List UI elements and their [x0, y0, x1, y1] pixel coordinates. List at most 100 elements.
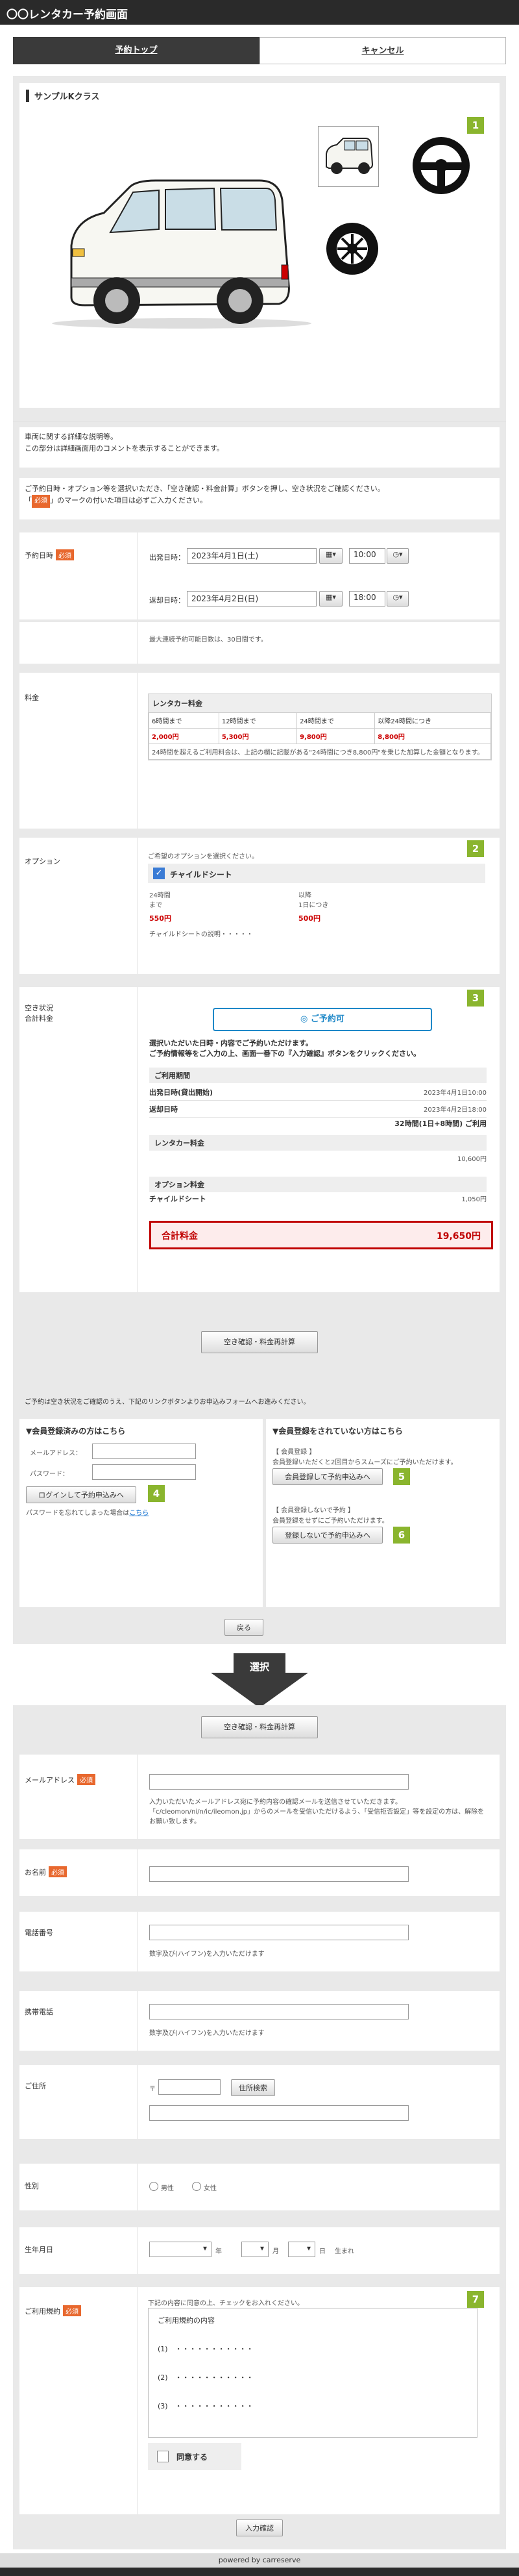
name-row: お名前 必須: [19, 1849, 500, 1896]
mobile-input[interactable]: [149, 2004, 409, 2020]
terms-textbox[interactable]: ご利用規約の内容 (1) ・・・・・・・・・・・ (2) ・・・・・・・・・・・…: [148, 2308, 477, 2438]
agree-checkbox[interactable]: [157, 2451, 169, 2462]
notice-line-2-text: 」のマークの付いた項目は必ずご入力ください。: [50, 496, 207, 505]
datetime-note-row: 最大連続予約可能日数は、30日間です。: [19, 622, 500, 664]
year-label: 年: [215, 2248, 222, 2255]
option-fee-row: チャイルドシート 1,050円: [149, 1194, 487, 1204]
mobile-note: 数字及び(ハイフン)を入力いただけます: [149, 2030, 265, 2037]
depart-time-field[interactable]: 10:00: [349, 548, 385, 564]
option-fee-name: チャイルドシート: [149, 1195, 206, 1203]
gender-row: 性別 男性 女性: [19, 2164, 500, 2210]
login-reserve-button[interactable]: ログインして予約申込みへ: [26, 1486, 136, 1503]
phone-row: 電話番号 数字及び(ハイフン)を入力いただけます: [19, 1912, 500, 1971]
calendar-icon[interactable]: ▦▾: [319, 591, 343, 606]
noregister-title: 【 会員登録しないで予約 】: [272, 1507, 355, 1514]
depart-date-field[interactable]: 2023年4月1日(土): [187, 548, 317, 564]
clock-icon[interactable]: ◷▾: [387, 548, 409, 564]
noregister-reserve-button[interactable]: 登録しないで予約申込みへ: [272, 1527, 383, 1544]
register-title: 【 会員登録 】: [272, 1449, 316, 1456]
agree-label: 同意する: [176, 2453, 208, 2462]
forgot-password: パスワードを忘れてしまった場合はこちら: [26, 1507, 149, 1517]
option-fee-value: 1,050円: [461, 1196, 487, 1203]
steering-wheel-icon[interactable]: [412, 136, 470, 195]
name-label-text: お名前: [25, 1868, 46, 1877]
duration-text: 32時間(1日+8時間) ご利用: [394, 1119, 487, 1128]
depart-row: 出発日時(貸出開始) 2023年4月1日10:00: [149, 1084, 487, 1101]
birth-year-select[interactable]: ▾: [149, 2242, 211, 2257]
depart-label: 出発日時：: [149, 553, 185, 562]
register-desc: 会員登録いただくと2回目からスムーズにご予約いただけます。: [272, 1459, 457, 1466]
tire-icon[interactable]: [324, 221, 380, 277]
email-label-text: メールアドレス: [25, 1776, 75, 1784]
badge-7: 7: [467, 2291, 484, 2308]
calendar-icon[interactable]: ▦▾: [319, 548, 343, 564]
clock-icon[interactable]: ◷▾: [387, 591, 409, 606]
car-thumbnail-icon: [326, 138, 374, 174]
gender-female-radio[interactable]: [192, 2182, 201, 2191]
noregister-desc: 会員登録をせずにご予約いただけます。: [272, 1518, 389, 1525]
birth-month-select[interactable]: ▾: [241, 2242, 269, 2257]
period-title: ご利用期間: [149, 1068, 487, 1083]
gender-female-label: 女性: [204, 2185, 217, 2192]
forgot-text: パスワードを忘れてしまった場合は: [26, 1510, 130, 1517]
notice-quote-open: 「: [25, 496, 32, 505]
zip-search-button[interactable]: 住所検索: [231, 2079, 275, 2096]
confirm-button[interactable]: 入力確認: [236, 2520, 283, 2536]
return-row-value: 2023年4月2日18:00: [424, 1107, 487, 1114]
option-item-childseat[interactable]: ✓ チャイルドシート: [148, 864, 485, 883]
select-label: 選択: [249, 1661, 269, 1673]
gender-label: 性別: [25, 2182, 39, 2190]
tab-reservation-top[interactable]: 予約トップ: [13, 37, 260, 64]
email-label: メールアドレス 必須: [25, 1774, 95, 1785]
email-input[interactable]: [149, 1774, 409, 1790]
rental-fee-value: 10,600円: [457, 1156, 487, 1163]
terms-item-2: (2) ・・・・・・・・・・・: [158, 2373, 254, 2382]
birth-day-select[interactable]: ▾: [288, 2242, 315, 2257]
login-notice: ご予約は空き状況をご確認のうえ、下記のリンクボタンよりお申込みフォームへお進みく…: [25, 1399, 310, 1406]
zip-input[interactable]: [158, 2079, 221, 2095]
required-tag: 必須: [32, 495, 50, 508]
name-input[interactable]: [149, 1866, 409, 1882]
options-label: オプション: [25, 857, 60, 866]
address-row: ご住所 〒 住所検索: [19, 2065, 500, 2139]
terms-label-text: ご利用規約: [25, 2307, 60, 2316]
birth-label: 生年月日: [25, 2245, 53, 2254]
fee-header: 6時間まで: [149, 712, 219, 729]
nonmember-title: ▼会員登録をされていない方はこちら: [272, 1427, 403, 1436]
terms-item-1: (1) ・・・・・・・・・・・: [158, 2345, 254, 2353]
month-label: 月: [272, 2248, 279, 2255]
return-date-field[interactable]: 2023年4月2日(日): [187, 591, 317, 606]
recalc-button[interactable]: 空き確認・料金再計算: [201, 1331, 318, 1353]
tab-cancel[interactable]: キャンセル: [260, 37, 506, 64]
gender-male-radio[interactable]: [149, 2182, 158, 2191]
form-recalc-button[interactable]: 空き確認・料金再計算: [201, 1716, 318, 1738]
total-label: 合計料金: [162, 1231, 198, 1242]
availability-label: 空き状況 合計料金: [25, 1004, 53, 1023]
option-description: チャイルドシートの説明・・・・・: [149, 931, 253, 938]
required-tag: 必須: [49, 1866, 67, 1877]
phone-input[interactable]: [149, 1925, 409, 1940]
login-email-input[interactable]: [92, 1444, 196, 1459]
mobile-row: 携帯電話 数字及び(ハイフン)を入力いただけます: [19, 1991, 500, 2051]
agree-checkbox-row[interactable]: 同意する: [148, 2443, 241, 2470]
badge-2: 2: [467, 840, 484, 857]
page-title: 〇〇レンタカー予約画面: [6, 8, 128, 21]
datetime-section: 予約日時 必須 出発日時： 2023年4月1日(土) ▦▾ 10:00 ◷▾ 返却…: [19, 532, 500, 619]
badge-3: 3: [467, 990, 484, 1007]
login-password-input[interactable]: [92, 1464, 196, 1480]
forgot-password-link[interactable]: こちら: [129, 1510, 149, 1517]
checkbox-checked-icon[interactable]: ✓: [153, 868, 165, 879]
status-available-button[interactable]: ◎ ご予約可: [213, 1008, 432, 1031]
address-input[interactable]: [149, 2105, 409, 2121]
required-tag: 必須: [63, 2305, 81, 2316]
back-button[interactable]: 戻る: [224, 1619, 263, 1636]
vehicle-description: 車両に関する詳細な説明等。 この部分は詳細画面用のコメントを表示することができま…: [19, 427, 500, 468]
mobile-label: 携帯電話: [25, 2008, 53, 2016]
footer-text: powered by carreserve: [0, 2553, 519, 2568]
member-title: ▼会員登録済みの方はこちら: [26, 1427, 126, 1436]
fee-price: 5,300円: [218, 728, 298, 744]
phone-label: 電話番号: [25, 1929, 53, 1937]
return-time-field[interactable]: 18:00: [349, 591, 385, 606]
vehicle-thumbnail[interactable]: [318, 126, 379, 187]
register-reserve-button[interactable]: 会員登録して予約申込みへ: [272, 1468, 383, 1485]
